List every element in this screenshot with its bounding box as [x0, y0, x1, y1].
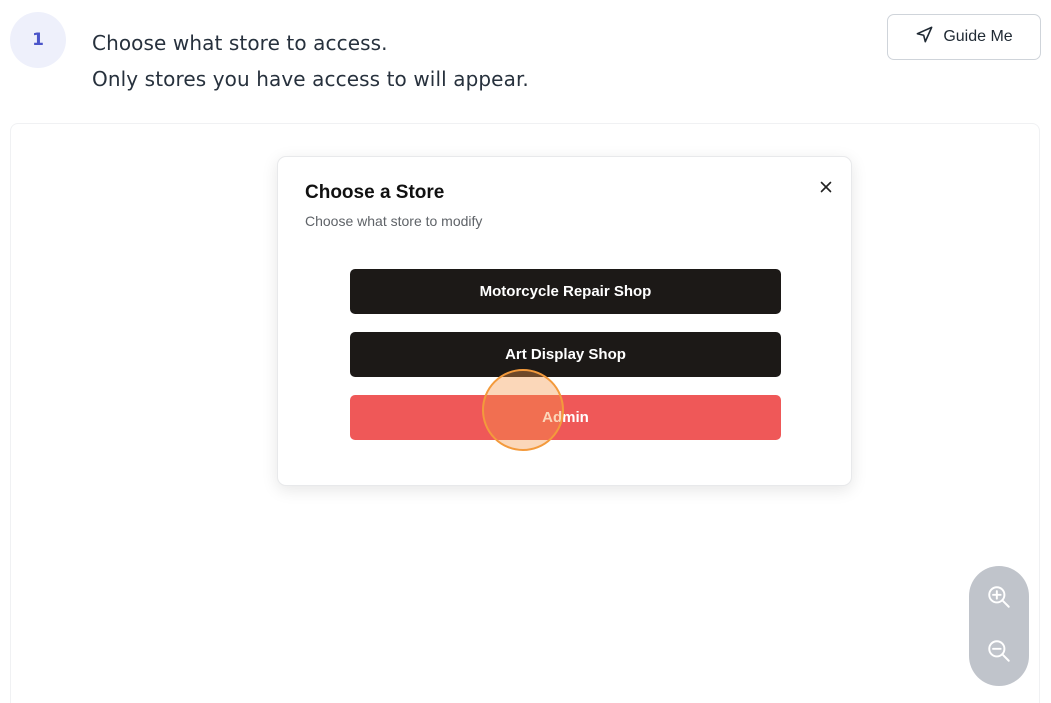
zoom-in-icon [986, 584, 1012, 614]
choose-store-modal: Choose a Store Choose what store to modi… [277, 156, 852, 486]
step-number: 1 [32, 30, 44, 50]
modal-title: Choose a Store [305, 182, 445, 203]
store-button-label: Motorcycle Repair Shop [479, 283, 652, 300]
step-instruction-line-2: Only stores you have access to will appe… [92, 67, 529, 91]
navigation-arrow-icon [915, 25, 934, 49]
store-button-label: Art Display Shop [505, 346, 626, 363]
guide-step-page: 1 Choose what store to access. Only stor… [0, 0, 1051, 703]
zoom-out-icon [986, 638, 1012, 668]
store-button-motorcycle-repair-shop[interactable]: Motorcycle Repair Shop [350, 269, 781, 314]
guide-me-button[interactable]: Guide Me [887, 14, 1041, 60]
store-button-art-display-shop[interactable]: Art Display Shop [350, 332, 781, 377]
modal-close-button[interactable] [816, 177, 836, 197]
store-button-admin[interactable]: Admin [350, 395, 781, 440]
close-icon [820, 178, 832, 197]
step-instructions: Choose what store to access. Only stores… [92, 25, 529, 97]
step-number-badge: 1 [10, 12, 66, 68]
modal-subtitle: Choose what store to modify [305, 213, 483, 229]
zoom-in-button[interactable] [979, 579, 1019, 619]
guide-me-label: Guide Me [943, 28, 1013, 45]
step-instruction-line-1: Choose what store to access. [92, 31, 388, 55]
click-highlight-marker [482, 369, 564, 451]
zoom-out-button[interactable] [979, 633, 1019, 673]
zoom-controls [969, 566, 1029, 686]
